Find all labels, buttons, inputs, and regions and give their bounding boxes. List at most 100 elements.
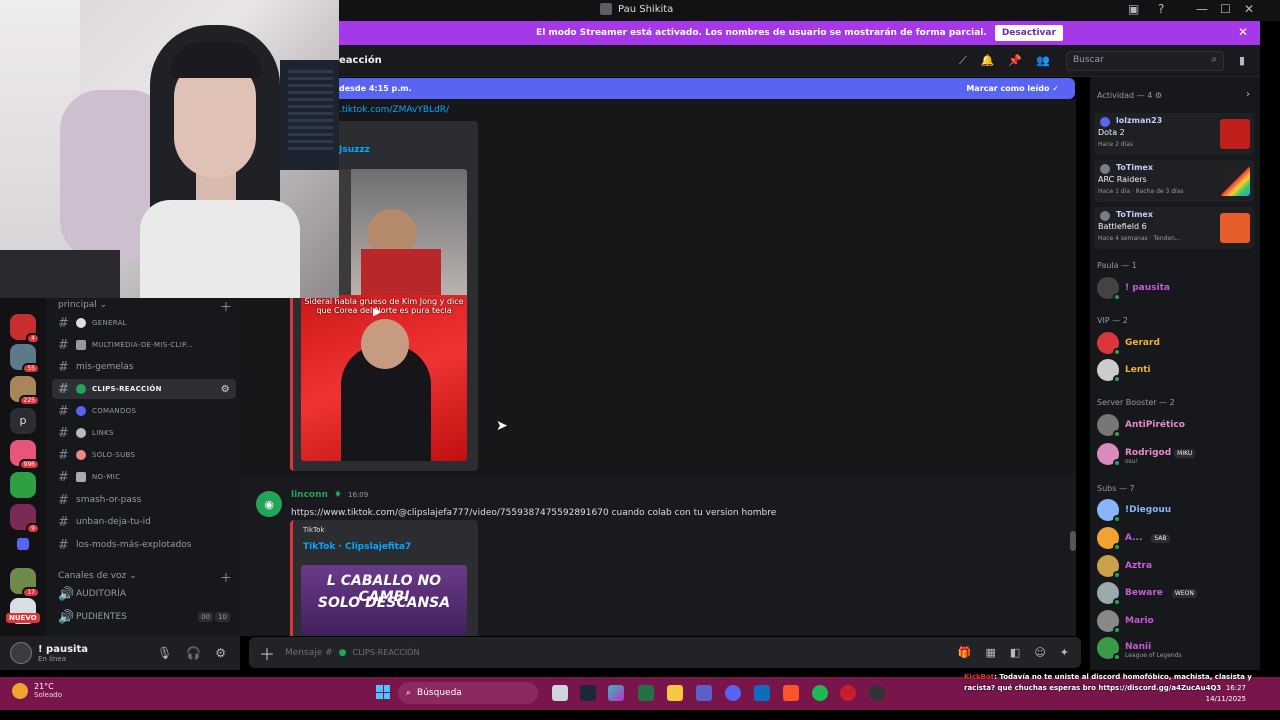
voice-channel-auditoria[interactable]: 🔊 AUDITORÍA — [52, 584, 236, 604]
windows-start-icon[interactable] — [376, 685, 390, 699]
taskbar-search[interactable]: ⌕ Búsqueda — [398, 682, 538, 704]
copilot-icon[interactable] — [608, 685, 624, 701]
category-voice[interactable]: Canales de voz ⌄ — [58, 571, 137, 581]
server-icon[interactable]: p — [10, 408, 36, 434]
chevron-right-icon[interactable]: › — [1246, 89, 1250, 100]
voice-channel-pudientes[interactable]: 🔊 PUDIENTES 00 10 — [52, 607, 236, 627]
search-input[interactable]: Buscar ⌕ — [1066, 51, 1224, 71]
channel-clips-reaccion[interactable]: # CLIPS-REACCIÓN ⚙ — [52, 379, 236, 399]
file-explorer-icon[interactable] — [667, 685, 683, 701]
folder-icon — [76, 340, 86, 350]
help-icon[interactable]: ? — [1158, 2, 1164, 16]
apps-icon[interactable]: ✦ — [1060, 646, 1069, 659]
message-link-2[interactable]: https://www.tiktok.com/@clipslajefa777/v… — [291, 508, 609, 518]
activity-card[interactable]: ToTimex ARC Raiders Hace 1 día · Racha d… — [1094, 160, 1254, 202]
avatar — [1097, 332, 1121, 356]
category-principal[interactable]: principal ⌄ — [58, 300, 107, 310]
video-thumbnail-2[interactable]: L CABALLO NO CAMBI SOLO DESCANSA — [301, 565, 467, 636]
member-item[interactable]: ! pausita — [1097, 277, 1170, 301]
channel-mis-gemelas[interactable]: # mis-gemelas — [52, 357, 236, 377]
close-window-button[interactable]: ✕ — [1244, 2, 1254, 16]
embed-provider: TikTok — [303, 526, 325, 534]
inbox-icon[interactable]: ▮ — [1239, 54, 1245, 67]
channel-unban[interactable]: # unban-deja-tu-id — [52, 512, 236, 532]
user-avatar-mini — [1100, 211, 1110, 221]
ghost-icon — [76, 450, 86, 460]
channel-solo-subs[interactable]: # SOLO-SUBS — [52, 445, 236, 465]
deactivate-button[interactable]: Desactivar — [994, 25, 1063, 41]
activity-card[interactable]: lolzman23 Dota 2 Hace 2 días — [1094, 113, 1254, 155]
channel-general[interactable]: # GENERAL — [52, 313, 236, 333]
gif-icon[interactable]: ▦ — [986, 646, 996, 659]
member-item[interactable]: Aztra — [1097, 555, 1152, 579]
headphones-icon[interactable]: 🎧 — [186, 646, 201, 660]
mark-as-read-button[interactable]: Marcar como leído ✓ — [966, 84, 1059, 93]
add-attachment-icon[interactable]: ＋ — [249, 641, 285, 665]
sticker-icon[interactable]: ◧ — [1010, 646, 1020, 659]
folder-icon[interactable] — [17, 538, 29, 550]
member-item[interactable]: Beware WEON — [1097, 582, 1197, 606]
banner-close-icon[interactable]: ✕ — [1238, 25, 1248, 39]
avatar[interactable] — [10, 642, 32, 664]
server-icon[interactable]: 996 — [10, 440, 40, 470]
server-icon[interactable]: 4 — [10, 314, 40, 344]
channel-los-mods[interactable]: # los-mods-más-explotados — [52, 535, 236, 555]
channel-links[interactable]: # LINKS — [52, 423, 236, 443]
maximize-button[interactable]: ☐ — [1220, 2, 1231, 16]
teams-icon[interactable] — [696, 685, 712, 701]
spotify-icon[interactable] — [812, 685, 828, 701]
message-author[interactable]: linconn — [291, 490, 328, 500]
activity-card[interactable]: ToTimex Battlefield 6 Hace 4 semanas · T… — [1094, 207, 1254, 249]
message-link[interactable]: .tiktok.com/ZMAvYBLdR/ — [339, 105, 449, 115]
member-item[interactable]: Rodrigod MIKU osu! — [1097, 443, 1196, 467]
bell-icon[interactable]: 🔔 — [981, 54, 995, 68]
excel-icon[interactable] — [638, 685, 654, 701]
avatar[interactable]: ◉ — [256, 491, 282, 517]
task-view-icon[interactable] — [552, 685, 568, 701]
member-item[interactable]: Nanii League of Legends — [1097, 637, 1182, 661]
channel-title: eacción — [339, 55, 382, 66]
server-icon[interactable]: 225 — [10, 376, 40, 406]
gear-icon[interactable]: ⚙ — [215, 646, 226, 660]
member-item[interactable]: Gerard — [1097, 332, 1160, 356]
member-item[interactable]: Lenti — [1097, 359, 1151, 383]
chat-area: .tiktok.com/ZMAvYBLdR/ Jsuzzz Sideral ha… — [240, 99, 1076, 636]
avatar — [1097, 637, 1121, 661]
obs-icon[interactable] — [869, 685, 885, 701]
member-item[interactable]: A... SAB — [1097, 527, 1170, 551]
microphone-icon[interactable]: 🎙 — [157, 646, 172, 660]
member-item[interactable]: !Diegouu — [1097, 499, 1171, 523]
embed-title[interactable]: Jsuzzz — [339, 145, 370, 155]
emoji-icon[interactable]: ☺ — [1034, 646, 1045, 659]
member-item[interactable]: Mario — [1097, 610, 1154, 634]
inbox-window-icon[interactable]: ▣ — [1128, 2, 1139, 16]
brave-icon[interactable] — [783, 685, 799, 701]
weather-widget[interactable]: 21°C Soleado — [12, 682, 62, 699]
chat-scrollbar[interactable] — [1070, 531, 1076, 551]
play-icon[interactable]: ▶ — [373, 305, 381, 318]
outlook-icon[interactable] — [754, 685, 770, 701]
channel-no-mic[interactable]: # NO-MIC — [52, 467, 236, 487]
minimize-button[interactable]: — — [1196, 2, 1208, 16]
steam-icon[interactable] — [580, 685, 596, 701]
member-item[interactable]: AntiPirético — [1097, 414, 1185, 438]
pin-icon[interactable]: 📌 — [1008, 54, 1022, 68]
server-icon[interactable]: 17 — [10, 568, 40, 598]
embed-title-2[interactable]: TikTok · Clipslajefita7 — [303, 542, 411, 552]
user-name[interactable]: ! pausita — [38, 644, 88, 655]
members-icon[interactable]: 👥 — [1036, 54, 1050, 68]
server-icon[interactable]: 9 — [10, 504, 40, 534]
threads-icon[interactable]: ⟋ — [959, 54, 967, 68]
new-messages-bar[interactable]: desde 4:15 p.m. Marcar como leído ✓ — [339, 78, 1075, 99]
mouse-cursor-icon: ➤ — [496, 418, 508, 434]
recording-app-icon[interactable] — [840, 685, 856, 701]
message-composer[interactable]: ＋ Mensaje # ● CLIPS-REACCIÓN 🎁 ▦ ◧ ☺ ✦ — [249, 637, 1081, 668]
channel-comandos[interactable]: # COMANDOS — [52, 401, 236, 421]
channel-smash-or-pass[interactable]: # smash-or-pass — [52, 490, 236, 510]
new-messages-since: desde 4:15 p.m. — [339, 84, 412, 93]
discord-icon[interactable] — [725, 685, 741, 701]
server-icon[interactable] — [10, 472, 36, 498]
gift-icon[interactable]: 🎁 — [958, 646, 972, 659]
server-icon[interactable]: 55 — [10, 344, 40, 374]
channel-multimedia[interactable]: # MULTIMEDIA-DE-MIS-CLIP... — [52, 335, 236, 355]
